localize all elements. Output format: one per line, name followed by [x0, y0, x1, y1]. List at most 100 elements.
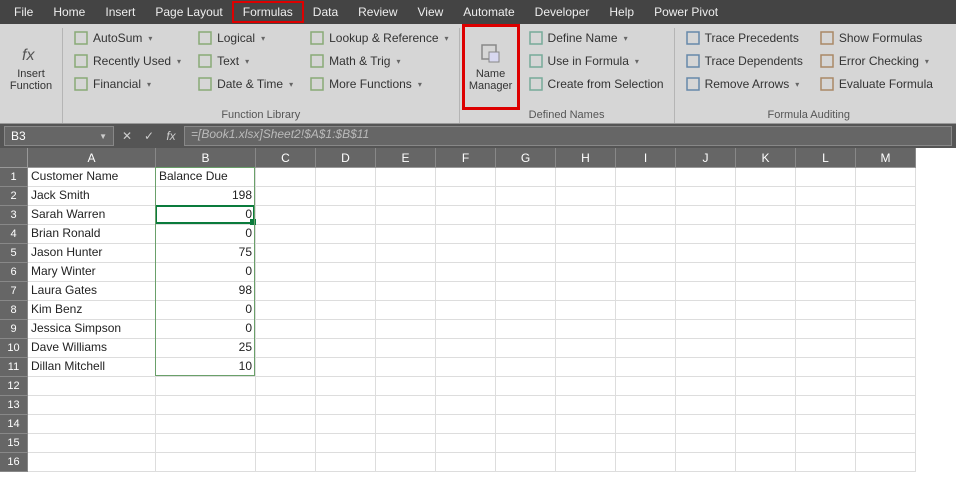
cell[interactable]: Customer Name: [28, 168, 156, 187]
cell[interactable]: [496, 434, 556, 453]
col-header-K[interactable]: K: [736, 148, 796, 168]
cell[interactable]: [316, 339, 376, 358]
col-header-C[interactable]: C: [256, 148, 316, 168]
cell[interactable]: [436, 168, 496, 187]
cell[interactable]: Sarah Warren: [28, 206, 156, 225]
cell[interactable]: [256, 225, 316, 244]
cell[interactable]: [676, 339, 736, 358]
cell[interactable]: 10: [156, 358, 256, 377]
cell[interactable]: [856, 358, 916, 377]
row-header[interactable]: 2: [0, 187, 28, 206]
cell[interactable]: [256, 263, 316, 282]
cell[interactable]: [316, 263, 376, 282]
cell[interactable]: [856, 282, 916, 301]
cell[interactable]: Dave Williams: [28, 339, 156, 358]
cell[interactable]: [796, 168, 856, 187]
cell[interactable]: [376, 377, 436, 396]
cell[interactable]: [28, 453, 156, 472]
cell[interactable]: [856, 244, 916, 263]
cell[interactable]: [256, 282, 316, 301]
cell[interactable]: [436, 187, 496, 206]
cell[interactable]: [436, 263, 496, 282]
cell[interactable]: [736, 396, 796, 415]
cell[interactable]: [856, 263, 916, 282]
cell[interactable]: [376, 396, 436, 415]
row-header[interactable]: 14: [0, 415, 28, 434]
menu-page-layout[interactable]: Page Layout: [145, 2, 232, 22]
cell[interactable]: [28, 396, 156, 415]
cell[interactable]: [316, 320, 376, 339]
cell[interactable]: [616, 434, 676, 453]
cell[interactable]: [436, 206, 496, 225]
cell[interactable]: [496, 168, 556, 187]
select-all-corner[interactable]: [0, 148, 28, 168]
cell[interactable]: [376, 320, 436, 339]
cell[interactable]: [556, 301, 616, 320]
cell[interactable]: 0: [156, 320, 256, 339]
cell[interactable]: [856, 168, 916, 187]
cell[interactable]: 0: [156, 301, 256, 320]
cell[interactable]: [736, 168, 796, 187]
cell[interactable]: [436, 301, 496, 320]
cell[interactable]: [616, 377, 676, 396]
cell[interactable]: [496, 263, 556, 282]
cell[interactable]: [676, 377, 736, 396]
cell[interactable]: [376, 168, 436, 187]
cell[interactable]: [496, 396, 556, 415]
cell[interactable]: [856, 453, 916, 472]
cell[interactable]: [856, 396, 916, 415]
cell[interactable]: [556, 434, 616, 453]
show-formulas-button[interactable]: Show Formulas: [815, 28, 937, 48]
row-header[interactable]: 11: [0, 358, 28, 377]
cell[interactable]: [256, 434, 316, 453]
col-header-B[interactable]: B: [156, 148, 256, 168]
menu-help[interactable]: Help: [599, 2, 644, 22]
cell[interactable]: [316, 282, 376, 301]
cell[interactable]: [256, 244, 316, 263]
math-trig-button[interactable]: Math & Trig▾: [305, 51, 452, 71]
row-header[interactable]: 8: [0, 301, 28, 320]
cell[interactable]: [376, 339, 436, 358]
cell[interactable]: [256, 453, 316, 472]
col-header-J[interactable]: J: [676, 148, 736, 168]
cell[interactable]: [316, 187, 376, 206]
cell[interactable]: [556, 339, 616, 358]
cell[interactable]: [856, 415, 916, 434]
menu-view[interactable]: View: [408, 2, 454, 22]
use-in-formula-button[interactable]: Use in Formula▾: [524, 51, 668, 71]
more-functions-button[interactable]: More Functions▾: [305, 74, 452, 94]
recently-used-button[interactable]: Recently Used▾: [69, 51, 185, 71]
cell[interactable]: [796, 396, 856, 415]
cell[interactable]: [616, 168, 676, 187]
cell[interactable]: [736, 225, 796, 244]
cell[interactable]: [736, 263, 796, 282]
cell[interactable]: [156, 434, 256, 453]
cell[interactable]: [856, 434, 916, 453]
enter-formula-button[interactable]: ✓: [140, 129, 158, 143]
cell[interactable]: [736, 358, 796, 377]
cell[interactable]: [616, 453, 676, 472]
menu-power-pivot[interactable]: Power Pivot: [644, 2, 728, 22]
cell[interactable]: [856, 320, 916, 339]
cell[interactable]: [856, 187, 916, 206]
cell[interactable]: [376, 434, 436, 453]
cell[interactable]: [796, 358, 856, 377]
cell[interactable]: [556, 453, 616, 472]
cell[interactable]: [676, 415, 736, 434]
name-manager-button[interactable]: Name Manager: [466, 28, 516, 106]
cell[interactable]: [256, 358, 316, 377]
cell[interactable]: [616, 263, 676, 282]
cell[interactable]: [556, 263, 616, 282]
cell[interactable]: [676, 263, 736, 282]
col-header-D[interactable]: D: [316, 148, 376, 168]
cell[interactable]: [156, 453, 256, 472]
row-header[interactable]: 3: [0, 206, 28, 225]
cell[interactable]: [796, 263, 856, 282]
cell[interactable]: [856, 225, 916, 244]
cell[interactable]: Kim Benz: [28, 301, 156, 320]
cell[interactable]: [316, 453, 376, 472]
define-name-button[interactable]: Define Name▾: [524, 28, 668, 48]
cell[interactable]: [676, 434, 736, 453]
cell[interactable]: [736, 301, 796, 320]
cell[interactable]: [316, 396, 376, 415]
